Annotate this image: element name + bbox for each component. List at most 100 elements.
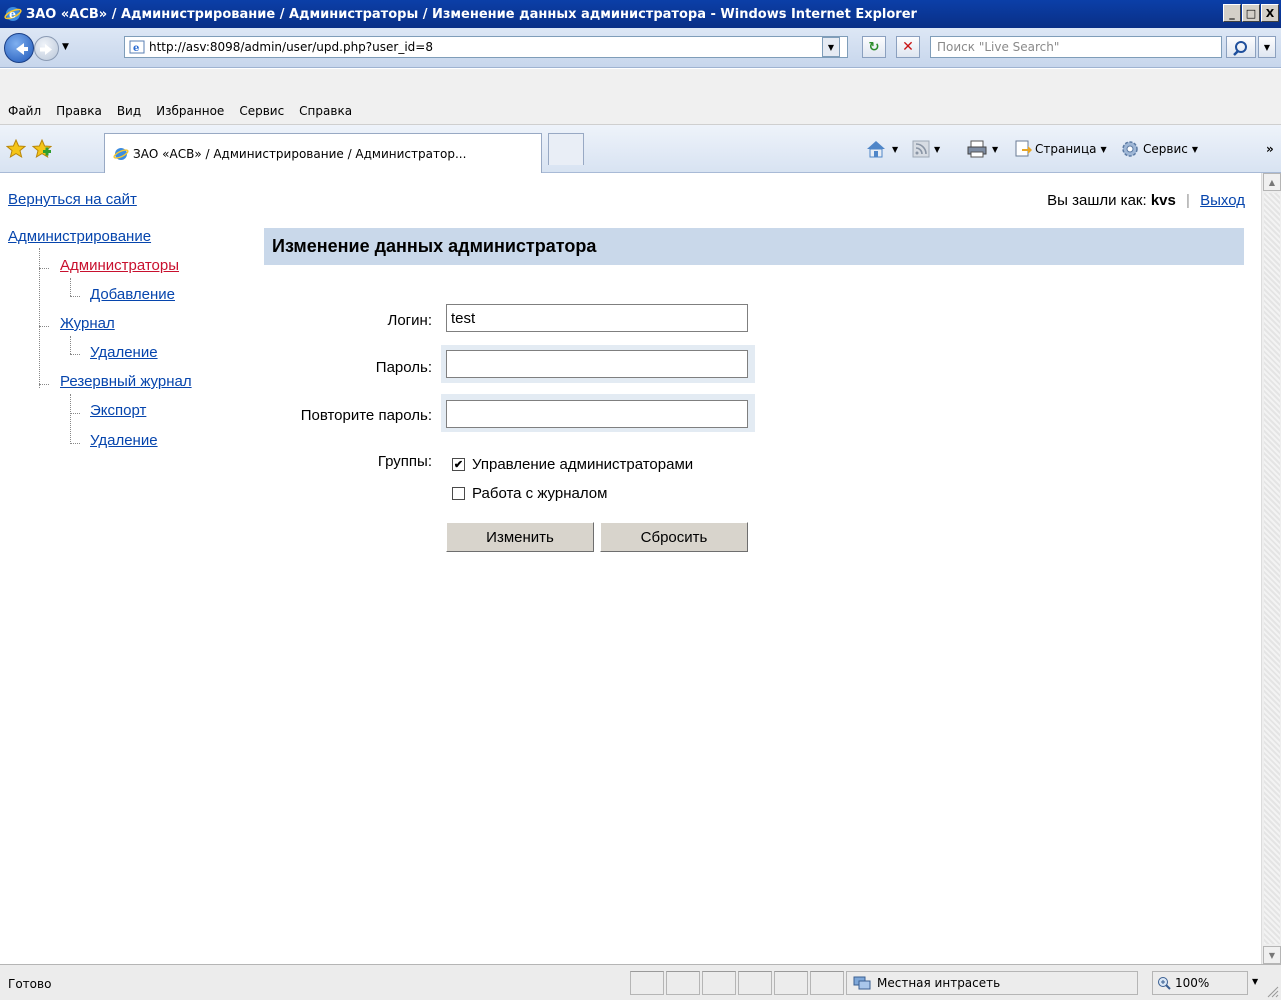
search-button[interactable]	[1226, 36, 1256, 58]
printer-icon	[967, 140, 987, 158]
forward-button[interactable]	[34, 36, 59, 61]
tree-item-backup-delete[interactable]: Удаление	[90, 432, 158, 449]
status-bar: Готово Местная интрасеть 100% ▼	[0, 964, 1281, 1000]
repeat-password-input[interactable]	[446, 400, 748, 428]
logout-link[interactable]: Выход	[1200, 192, 1245, 209]
new-tab-button[interactable]	[548, 133, 584, 165]
tree-connector	[70, 296, 80, 297]
back-to-site-link[interactable]: Вернуться на сайт	[8, 191, 137, 208]
scroll-track[interactable]	[1264, 193, 1280, 944]
print-dropdown-icon[interactable]: ▼	[992, 145, 998, 154]
tools-menu-button[interactable]: Сервис ▼	[1120, 125, 1198, 173]
menu-view[interactable]: Вид	[117, 104, 141, 118]
group-option[interactable]: Работа с журналом	[452, 485, 607, 502]
user-prefix: Вы зашли как:	[1047, 192, 1147, 209]
scroll-up-button[interactable]: ▲	[1263, 173, 1281, 191]
search-options-dropdown[interactable]: ▼	[1258, 36, 1276, 58]
tree-link-add[interactable]: Добавление	[90, 286, 175, 303]
user-separator: |	[1186, 192, 1190, 209]
tree-item-add[interactable]: Добавление	[90, 286, 175, 303]
security-zone[interactable]: Местная интрасеть	[846, 971, 1138, 995]
feeds-dropdown-icon[interactable]: ▼	[934, 145, 940, 154]
tab-bar: ЗАО «АСВ» / Администрирование / Админист…	[0, 125, 1281, 173]
user-name: kvs	[1150, 192, 1176, 209]
address-toolbar: ▼ e http://asv:8098/admin/user/upd.php?u…	[0, 28, 1281, 68]
menu-bar: Файл Правка Вид Избранное Сервис Справка	[0, 97, 1281, 125]
maximize-button[interactable]: □	[1242, 4, 1260, 22]
intranet-zone-icon	[853, 976, 871, 990]
search-icon	[1233, 41, 1247, 56]
menu-edit[interactable]: Правка	[56, 104, 102, 118]
vertical-scrollbar[interactable]: ▲ ▼	[1261, 173, 1281, 964]
search-placeholder: Поиск "Live Search"	[937, 40, 1060, 54]
page-viewport: Вернуться на сайт Вы зашли как: kvs | Вы…	[0, 173, 1261, 964]
tree-connector	[70, 413, 80, 414]
zoom-control[interactable]: 100%	[1152, 971, 1248, 995]
search-input[interactable]: Поиск "Live Search"	[930, 36, 1222, 58]
reset-button[interactable]: Сбросить	[600, 522, 748, 552]
page-menu-label: Страница	[1035, 142, 1097, 156]
tab-active[interactable]: ЗАО «АСВ» / Администрирование / Админист…	[104, 133, 542, 173]
zoom-dropdown-icon[interactable]: ▼	[1252, 977, 1258, 986]
home-dropdown-icon[interactable]: ▼	[892, 145, 898, 154]
address-dropdown-icon[interactable]: ▼	[822, 37, 840, 57]
tree-connector	[70, 354, 80, 355]
menu-file[interactable]: Файл	[8, 104, 41, 118]
address-url: http://asv:8098/admin/user/upd.php?user_…	[149, 40, 433, 54]
back-button[interactable]	[4, 33, 34, 63]
address-input[interactable]: e http://asv:8098/admin/user/upd.php?use…	[124, 36, 848, 58]
tree-link-backup-journal[interactable]: Резервный журнал	[60, 373, 192, 390]
add-favorite-icon[interactable]	[32, 139, 52, 159]
groups-label: Группы:	[377, 453, 432, 470]
resize-grip-icon[interactable]	[1265, 984, 1279, 998]
tree-connector	[39, 268, 49, 269]
back-arrow-icon	[16, 43, 28, 55]
page-icon: e	[129, 40, 145, 54]
password-input[interactable]	[446, 350, 748, 378]
status-pane	[630, 971, 664, 995]
group-label-admins: Управление администраторами	[472, 456, 694, 473]
tree-item-admin[interactable]: Администрирование	[8, 228, 151, 245]
print-button[interactable]: ▼	[966, 125, 998, 173]
more-commands-button[interactable]: »	[1266, 125, 1274, 173]
rss-icon	[912, 140, 930, 158]
window-title: ЗАО «АСВ» / Администрирование / Админист…	[26, 6, 917, 22]
menu-favorites[interactable]: Избранное	[156, 104, 224, 118]
zoom-icon	[1158, 977, 1171, 990]
minimize-button[interactable]: _	[1223, 4, 1241, 22]
scroll-down-button[interactable]: ▼	[1263, 946, 1281, 964]
menu-tools[interactable]: Сервис	[239, 104, 284, 118]
page-menu-button[interactable]: Страница ▼	[1014, 125, 1107, 173]
close-button[interactable]: X	[1261, 4, 1279, 22]
group-checkbox-journal[interactable]	[452, 487, 465, 500]
tree-item-administrators[interactable]: Администраторы	[60, 257, 179, 274]
refresh-button[interactable]: ↻	[862, 36, 886, 58]
home-button[interactable]: ▼	[864, 125, 898, 173]
menu-help[interactable]: Справка	[299, 104, 352, 118]
svg-text:e: e	[133, 43, 139, 54]
tree-item-journal-delete[interactable]: Удаление	[90, 344, 158, 361]
tree-link-admin[interactable]: Администрирование	[8, 228, 151, 245]
favorites-star-icon[interactable]	[6, 139, 26, 159]
tree-item-journal[interactable]: Журнал	[60, 315, 115, 332]
tree-link-backup-delete[interactable]: Удаление	[90, 432, 158, 449]
status-text: Готово	[8, 977, 52, 991]
history-dropdown-icon[interactable]: ▼	[62, 42, 69, 52]
tree-item-backup-journal[interactable]: Резервный журнал	[60, 373, 192, 390]
feeds-button[interactable]: ▼	[912, 125, 940, 173]
login-label: Логин:	[387, 312, 433, 329]
tools-menu-label: Сервис	[1143, 142, 1188, 156]
tree-guide-line	[70, 394, 71, 444]
submit-button[interactable]: Изменить	[446, 522, 594, 552]
tree-link-export[interactable]: Экспорт	[90, 402, 146, 419]
login-input[interactable]: test	[446, 304, 748, 332]
group-checkbox-admins[interactable]: ✔	[452, 458, 465, 471]
tree-link-administrators[interactable]: Администраторы	[60, 257, 179, 274]
security-zone-label: Местная интрасеть	[877, 976, 1001, 990]
tree-item-export[interactable]: Экспорт	[90, 402, 146, 419]
stop-button[interactable]: ✕	[896, 36, 920, 58]
home-icon	[867, 141, 885, 158]
tree-link-journal[interactable]: Журнал	[60, 315, 115, 332]
group-option[interactable]: ✔ Управление администраторами	[452, 456, 693, 473]
tree-link-journal-delete[interactable]: Удаление	[90, 344, 158, 361]
